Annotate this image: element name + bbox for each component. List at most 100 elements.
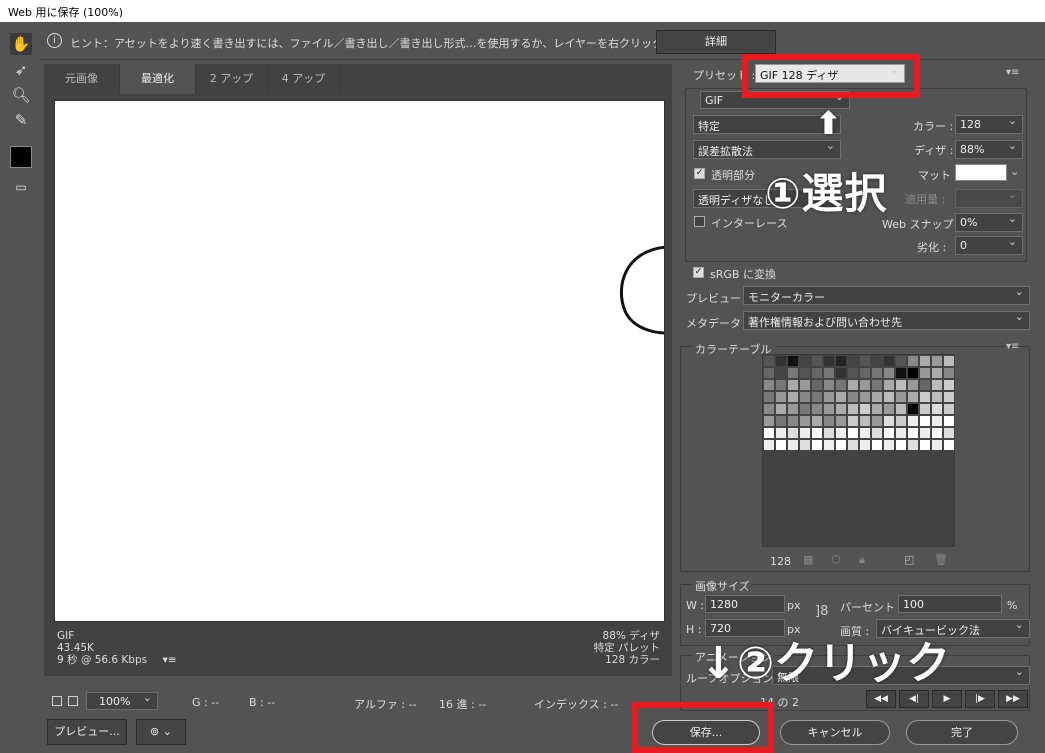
color-swatch[interactable] (871, 415, 883, 427)
color-swatch[interactable] (859, 379, 871, 391)
lossy-input[interactable]: 0 (955, 235, 1023, 255)
color-swatch[interactable] (859, 439, 871, 451)
next-frame-button[interactable]: |▶ (965, 690, 995, 708)
color-swatch[interactable] (907, 415, 919, 427)
tab-4up[interactable]: 4 アップ (268, 64, 340, 94)
color-swatch[interactable] (787, 355, 799, 367)
color-swatch[interactable] (883, 439, 895, 451)
speed-menu-icon[interactable]: ▾≡ (162, 654, 176, 666)
color-swatch[interactable] (919, 379, 931, 391)
preview-button[interactable]: プレビュー... (47, 719, 127, 745)
color-swatch[interactable] (763, 355, 775, 367)
color-swatch[interactable] (847, 439, 859, 451)
cancel-button[interactable]: キャンセル (780, 720, 890, 745)
color-swatch[interactable] (919, 391, 931, 403)
color-swatch[interactable] (835, 379, 847, 391)
color-swatch[interactable] (763, 391, 775, 403)
color-swatch[interactable] (871, 403, 883, 415)
color-swatch[interactable] (787, 427, 799, 439)
zoom-icon[interactable]: 🔍︎ (10, 84, 32, 106)
width-input[interactable]: 1280 (705, 595, 785, 613)
color-swatch[interactable] (871, 355, 883, 367)
panel-menu-icon[interactable]: ▾≡ (1006, 67, 1019, 78)
preview-color-select[interactable]: モニターカラー (743, 285, 1030, 305)
color-swatch[interactable] (823, 379, 835, 391)
color-swatch[interactable] (931, 427, 943, 439)
srgb-checkbox[interactable]: ✓ (693, 267, 704, 278)
color-swatch[interactable] (835, 355, 847, 367)
color-swatch[interactable] (907, 379, 919, 391)
dither-input[interactable]: 88% (955, 139, 1023, 159)
dither-algo-select[interactable]: 誤差拡散法 (693, 139, 841, 159)
color-swatch[interactable] (919, 355, 931, 367)
color-swatch[interactable] (823, 439, 835, 451)
color-swatch[interactable] (823, 403, 835, 415)
color-swatch[interactable] (931, 439, 943, 451)
color-swatch[interactable] (907, 427, 919, 439)
color-swatch[interactable] (847, 391, 859, 403)
color-swatch[interactable] (907, 439, 919, 451)
color-swatch[interactable] (847, 367, 859, 379)
color-swatch[interactable] (811, 367, 823, 379)
tab-2up[interactable]: 2 アップ (196, 64, 268, 94)
color-swatch[interactable] (799, 415, 811, 427)
color-swatch[interactable] (895, 415, 907, 427)
color-swatch[interactable] (787, 391, 799, 403)
color-swatch[interactable] (799, 427, 811, 439)
color-swatch[interactable] (943, 391, 955, 403)
color-swatch[interactable] (907, 403, 919, 415)
hand-icon[interactable]: ✋ (10, 33, 32, 55)
color-swatch[interactable] (943, 403, 955, 415)
color-swatch[interactable] (859, 367, 871, 379)
color-swatch[interactable] (943, 367, 955, 379)
color-swatch[interactable] (823, 355, 835, 367)
color-swatch[interactable] (823, 427, 835, 439)
color-swatch[interactable] (871, 391, 883, 403)
color-swatch[interactable] (871, 427, 883, 439)
color-swatch[interactable] (835, 427, 847, 439)
color-swatch[interactable] (823, 415, 835, 427)
zoom-in-icon[interactable] (68, 696, 78, 706)
color-swatch[interactable] (811, 391, 823, 403)
color-swatch[interactable] (859, 403, 871, 415)
color-swatch[interactable] (763, 379, 775, 391)
color-swatch[interactable] (799, 355, 811, 367)
color-swatch[interactable] (919, 415, 931, 427)
color-swatch[interactable] (811, 355, 823, 367)
color-swatch[interactable] (895, 427, 907, 439)
slice-select-icon[interactable]: ➶ (10, 59, 32, 81)
color-swatch[interactable] (847, 379, 859, 391)
color-swatch[interactable] (907, 355, 919, 367)
color-swatch[interactable] (775, 379, 787, 391)
color-swatch[interactable] (847, 355, 859, 367)
matte-chevron-icon[interactable]: ⌄ (1010, 165, 1019, 178)
color-swatch[interactable] (871, 379, 883, 391)
color-swatch[interactable] (787, 367, 799, 379)
color-swatch[interactable] (871, 439, 883, 451)
color-swatch[interactable] (835, 403, 847, 415)
color-swatch[interactable] (763, 415, 775, 427)
color-swatch[interactable] (775, 439, 787, 451)
color-swatch[interactable] (907, 391, 919, 403)
color-swatch[interactable] (859, 355, 871, 367)
color-swatch[interactable] (775, 403, 787, 415)
color-swatch[interactable] (883, 367, 895, 379)
color-swatch[interactable] (775, 391, 787, 403)
browser-preview-button[interactable]: ⊚ ⌄ (136, 719, 186, 745)
color-swatch[interactable] (943, 415, 955, 427)
first-frame-button[interactable]: ◀◀ (866, 690, 896, 708)
color-swatch[interactable] (775, 427, 787, 439)
web-shift-icon[interactable]: ▦ (803, 553, 813, 566)
tab-original[interactable]: 元画像 (44, 64, 120, 94)
color-swatch[interactable] (823, 391, 835, 403)
colors-select[interactable]: 128 (955, 114, 1023, 134)
eyedropper-color-swatch[interactable] (10, 146, 32, 168)
color-swatch[interactable] (943, 439, 955, 451)
link-icon[interactable]: ]8 (815, 604, 828, 619)
color-swatch[interactable] (895, 379, 907, 391)
matte-swatch[interactable] (955, 164, 1007, 181)
color-swatch[interactable] (931, 403, 943, 415)
transparency-checkbox[interactable]: ✓ (694, 168, 705, 179)
color-swatch[interactable] (799, 379, 811, 391)
last-frame-button[interactable]: ▶▶ (998, 690, 1028, 708)
